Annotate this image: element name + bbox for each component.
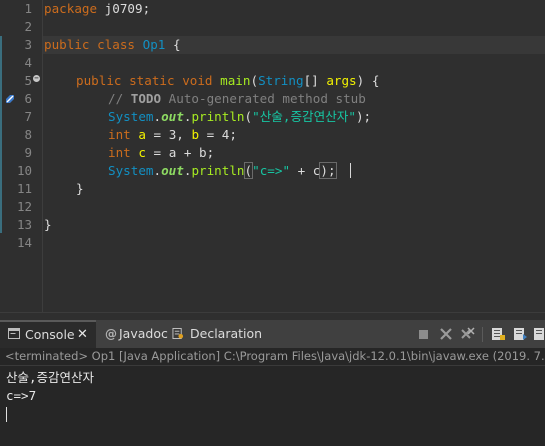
line-number: 7 [24, 109, 32, 124]
code-line-3: public class Op1 { [44, 37, 181, 52]
console-output-line: c=>7 [6, 388, 37, 403]
line-number: 11 [16, 181, 32, 196]
remove-launch-button[interactable] [438, 326, 454, 342]
terminate-button[interactable] [416, 326, 432, 342]
remove-all-terminated-button[interactable] [460, 326, 476, 342]
tab-javadoc-label: Javadoc [119, 326, 168, 341]
pin-console-button[interactable] [532, 326, 545, 342]
code-line-5: public static void main(String[] args) { [76, 73, 380, 88]
line-number: 2 [24, 19, 32, 34]
line-number: 9 [24, 145, 32, 160]
code-line-8: int a = 3, b = 4; [108, 127, 237, 142]
code-line-7: System.out.println("산술,증감연산자"); [108, 109, 372, 124]
code-line-11: } [76, 181, 84, 196]
console-status-line: <terminated> Op1 [Java Application] C:\P… [0, 348, 545, 365]
console-output-line: 산술,증감연산자 [6, 370, 95, 385]
line-number: 5 [24, 73, 32, 88]
scroll-lock-button[interactable] [490, 326, 506, 342]
text-caret [350, 163, 351, 178]
tab-console[interactable]: Console ✕ [0, 320, 96, 348]
line-number: 10 [16, 163, 32, 178]
console-caret [6, 407, 7, 422]
line-number: 4 [24, 55, 32, 70]
console-icon [8, 328, 20, 339]
word-wrap-button[interactable] [512, 326, 528, 342]
code-editor[interactable]: 1 2 3 4 5 6 7 8 9 10 11 12 13 14 − packa… [0, 0, 545, 312]
console-divider [0, 365, 545, 366]
tab-console-label: Console [25, 327, 75, 342]
view-tab-bar: Console ✕ @ Javadoc Declaration [0, 320, 545, 349]
line-number: 8 [24, 127, 32, 142]
console-view: Console ✕ @ Javadoc Declaration <termina… [0, 312, 545, 446]
line-number: 3 [24, 37, 32, 52]
code-line-10: System.out.println("c=>" + c); [108, 162, 337, 179]
code-line-9: int c = a + b; [108, 145, 215, 160]
close-icon[interactable]: ✕ [77, 322, 88, 347]
tab-declaration[interactable]: Declaration [172, 320, 262, 348]
override-marker-icon[interactable] [4, 92, 17, 105]
tab-javadoc[interactable]: @ Javadoc [102, 320, 172, 348]
line-number: 1 [24, 1, 32, 16]
console-output[interactable]: 산술,증감연산자 c=>7 [6, 369, 94, 422]
fold-collapse-icon[interactable]: − [33, 75, 40, 82]
tab-declaration-label: Declaration [190, 326, 263, 341]
line-number: 14 [16, 235, 32, 250]
toolbar-separator [482, 327, 483, 342]
declaration-icon [172, 328, 184, 339]
code-line-6: // TODO Auto-generated method stub [108, 91, 366, 106]
line-number: 13 [16, 217, 32, 232]
code-line-1: package j0709; [44, 1, 151, 16]
code-line-13: } [44, 217, 52, 232]
line-number: 12 [16, 199, 32, 214]
javadoc-icon: @ [105, 327, 117, 341]
